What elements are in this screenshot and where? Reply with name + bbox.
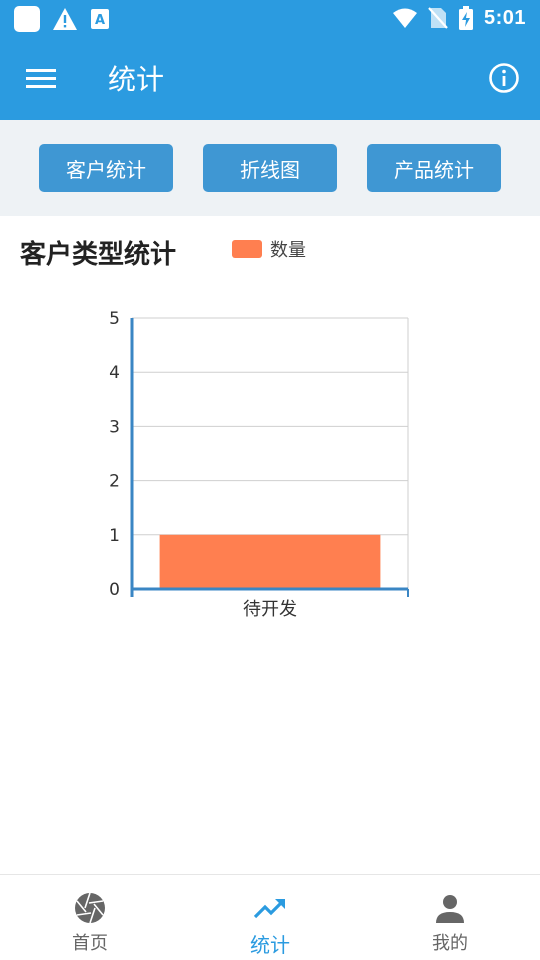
chart-title: 客户类型统计 <box>20 240 177 270</box>
customer-stats-button[interactable]: 客户统计 <box>39 144 173 192</box>
nav-item-home[interactable]: 首页 <box>0 875 180 960</box>
font-a-icon: A <box>91 9 109 29</box>
status-time: 5:01 <box>483 6 526 29</box>
page-title: 统计 <box>108 63 165 96</box>
y-tick-label: 1 <box>109 526 120 546</box>
svg-text:A: A <box>95 13 105 28</box>
x-tick-label: 待开发 <box>243 599 297 620</box>
legend-label: 数量 <box>270 240 306 261</box>
line-chart-button[interactable]: 折线图 <box>203 144 337 192</box>
nav-label-home: 首页 <box>72 933 108 954</box>
product-stats-button[interactable]: 产品统计 <box>367 144 501 192</box>
nav-item-profile[interactable]: 我的 <box>360 875 540 960</box>
battery-charging-icon <box>458 6 473 30</box>
app-notification-icon <box>14 6 40 32</box>
wifi-icon <box>392 8 417 28</box>
tab-strip: 客户统计 折线图 产品统计 <box>0 120 540 216</box>
nav-item-stats[interactable]: 统计 <box>180 875 360 960</box>
chart-legend: 数量 <box>232 236 306 262</box>
y-tick-label: 5 <box>109 309 120 329</box>
y-tick-label: 4 <box>109 363 120 383</box>
bottom-nav: 首页 统计 我的 <box>0 874 540 960</box>
nav-label-stats: 统计 <box>250 933 290 957</box>
trending-up-icon <box>253 899 285 919</box>
bar-chart: 0 1 2 3 4 5 待开发 <box>109 309 409 620</box>
y-tick-label: 2 <box>109 472 120 492</box>
warning-icon <box>53 8 77 30</box>
no-sim-icon <box>428 7 448 29</box>
status-left-icons: A <box>14 6 110 32</box>
status-right-icons: 5:01 <box>392 6 526 30</box>
aperture-icon <box>75 892 105 924</box>
y-tick-label: 3 <box>109 417 120 437</box>
info-icon[interactable] <box>488 62 520 94</box>
person-icon <box>436 895 464 923</box>
legend-swatch <box>232 240 262 258</box>
bar <box>159 534 381 589</box>
status-bar: A 5:01 <box>0 0 540 36</box>
nav-label-profile: 我的 <box>432 933 468 954</box>
menu-icon[interactable] <box>24 62 58 94</box>
y-tick-label: 0 <box>109 580 120 600</box>
chart-area: 0 1 2 3 4 5 待开发 客户类型统计 数量 <box>0 216 540 874</box>
app-bar: 统计 <box>0 36 540 120</box>
